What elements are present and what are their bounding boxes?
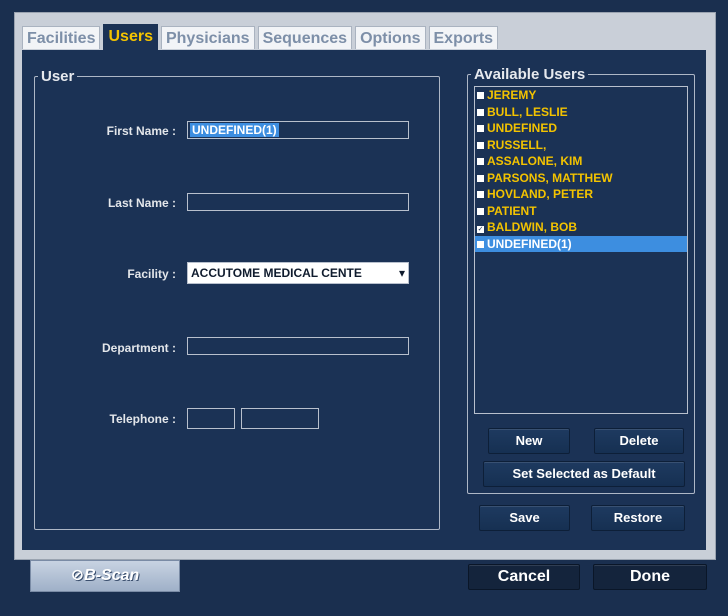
available-users-list[interactable]: JEREMY BULL, LESLIE UNDEFINED RUSSELL, ASSAL… xyxy=(474,86,688,414)
list-item[interactable]: BULL, LESLIE xyxy=(475,104,687,121)
list-item[interactable]: ASSALONE, KIM xyxy=(475,153,687,170)
done-button[interactable]: Done xyxy=(593,564,707,590)
list-item-label: PARSONS, MATTHEW xyxy=(487,170,613,185)
list-item-label: ASSALONE, KIM xyxy=(487,154,583,168)
restore-button[interactable]: Restore xyxy=(591,505,685,531)
tab-exports[interactable]: Exports xyxy=(428,26,499,49)
tab-physicians[interactable]: Physicians xyxy=(160,26,255,49)
telephone-number-field[interactable] xyxy=(241,408,319,429)
user-group-legend: User xyxy=(41,68,75,85)
checkbox-icon[interactable] xyxy=(477,240,484,248)
facility-select[interactable]: ACCUTOME MEDICAL CENTE ▾ xyxy=(187,262,409,284)
first-name-label: First Name : xyxy=(106,124,176,138)
list-item-label: UNDEFINED xyxy=(487,121,558,135)
checkbox-checked-icon[interactable]: ✓ xyxy=(477,226,484,233)
list-item-label: JEREMY xyxy=(487,88,537,102)
list-item-label: RUSSELL, xyxy=(487,137,547,152)
telephone-area-field[interactable] xyxy=(187,408,235,429)
checkbox-icon[interactable] xyxy=(477,191,484,198)
first-name-field[interactable]: UNDEFINED(1) xyxy=(187,121,409,139)
facility-label: Facility : xyxy=(127,267,176,281)
checkbox-icon[interactable] xyxy=(477,158,484,165)
list-item-label: BULL, LESLIE xyxy=(487,104,568,119)
set-default-button[interactable]: Set Selected as Default xyxy=(483,461,685,487)
list-item[interactable]: PARSONS, MATTHEW xyxy=(475,170,687,187)
first-name-value: UNDEFINED(1) xyxy=(190,123,279,137)
tab-options[interactable]: Options xyxy=(355,26,426,49)
save-button[interactable]: Save xyxy=(479,505,570,531)
last-name-label: Last Name : xyxy=(107,196,176,210)
logo-text: B-Scan xyxy=(84,567,140,584)
list-item[interactable]: ✓ BALDWIN, BOB xyxy=(475,219,687,236)
cancel-button[interactable]: Cancel xyxy=(468,564,580,590)
tab-sequences[interactable]: Sequences xyxy=(257,26,353,49)
checkbox-icon[interactable] xyxy=(477,92,484,99)
list-item-label: BALDWIN, BOB xyxy=(487,220,577,234)
list-item-label: UNDEFINED(1) xyxy=(487,236,572,251)
facility-value: ACCUTOME MEDICAL CENTE xyxy=(191,266,362,280)
telephone-label: Telephone : xyxy=(109,412,176,426)
department-label: Department : xyxy=(101,341,176,355)
checkbox-icon[interactable] xyxy=(477,207,484,215)
checkbox-icon[interactable] xyxy=(477,108,484,116)
last-name-field[interactable] xyxy=(187,193,409,211)
list-item[interactable]: UNDEFINED(1) xyxy=(475,235,687,252)
list-item[interactable]: RUSSELL, xyxy=(475,137,687,154)
tab-facilities[interactable]: Facilities xyxy=(22,26,101,49)
list-item[interactable]: UNDEFINED xyxy=(475,120,687,137)
checkbox-icon[interactable] xyxy=(477,141,484,149)
available-users-legend: Available Users xyxy=(474,66,586,83)
new-user-button[interactable]: New xyxy=(488,428,570,454)
department-field[interactable] xyxy=(187,337,409,355)
list-item-label: HOVLAND, PETER xyxy=(487,187,594,201)
list-item[interactable]: HOVLAND, PETER xyxy=(475,186,687,203)
list-item-label: PATIENT xyxy=(487,203,537,218)
chevron-down-icon[interactable]: ▾ xyxy=(396,263,408,283)
tab-users[interactable]: Users xyxy=(103,24,158,50)
checkbox-icon[interactable] xyxy=(477,125,484,132)
checkbox-icon[interactable] xyxy=(477,174,484,182)
tab-bar: Facilities Users Physicians Sequences Op… xyxy=(22,24,501,50)
list-item[interactable]: PATIENT xyxy=(475,203,687,220)
delete-user-button[interactable]: Delete xyxy=(594,428,684,454)
b-scan-logo: ⊘B-Scan xyxy=(30,560,180,592)
list-item[interactable]: JEREMY xyxy=(475,87,687,104)
